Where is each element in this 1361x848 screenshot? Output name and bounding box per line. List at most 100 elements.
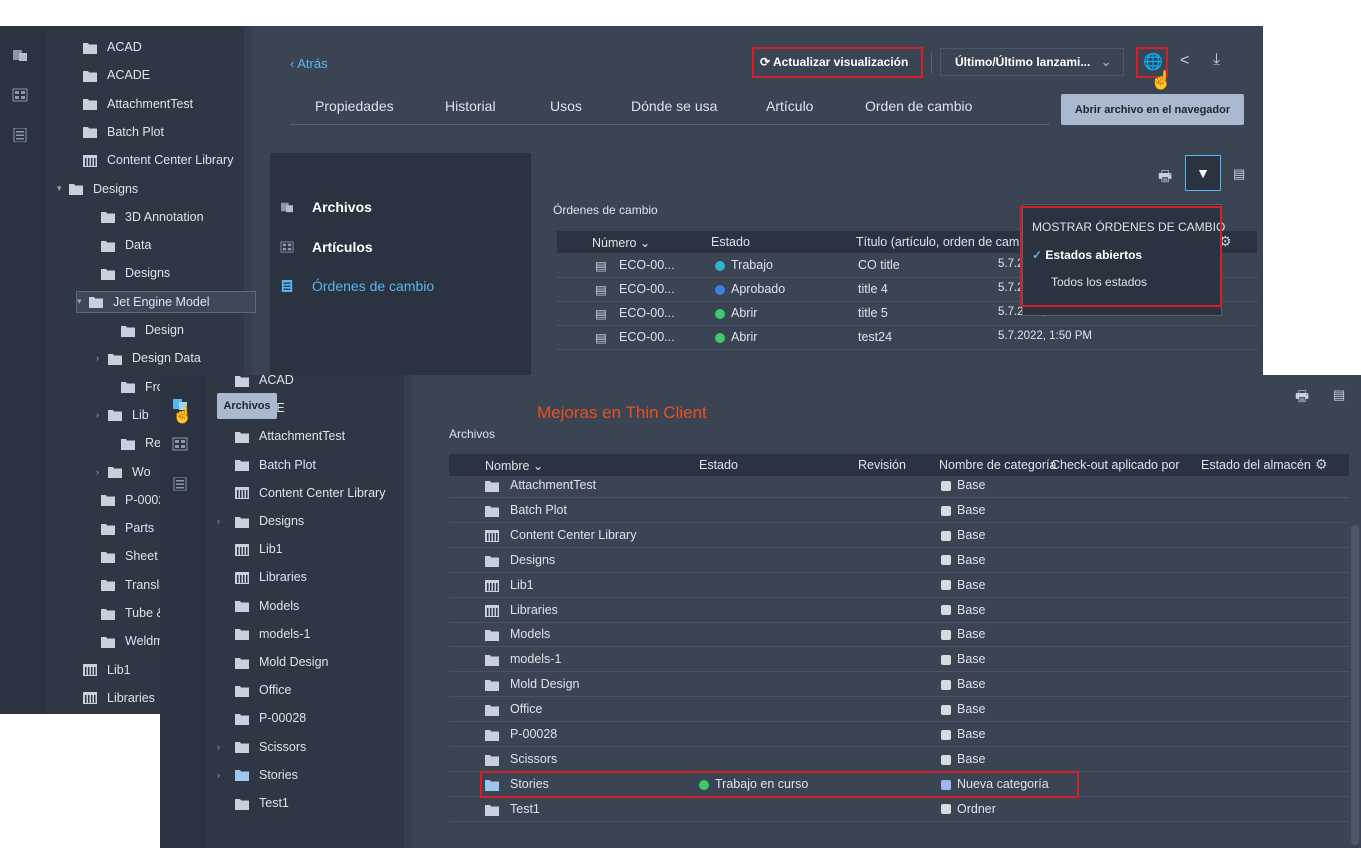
tree-item[interactable]: › Lib	[96, 404, 149, 426]
co-table-row[interactable]: ▤ ECO-00... Abrir test24 5.7.2022, 1:50 …	[557, 326, 1257, 350]
col-checkout[interactable]: Check-out aplicado por	[1051, 458, 1180, 472]
refresh-button[interactable]: ⟳ Actualizar visualización	[760, 55, 908, 69]
co-col-number[interactable]: Número ⌄	[592, 235, 650, 250]
tree-item[interactable]: ▾ Jet Engine Model	[76, 290, 256, 313]
file-table-row[interactable]: models-1 Base	[449, 648, 1349, 673]
tree-item[interactable]: Weldm	[89, 630, 164, 652]
tree-item[interactable]: Libraries	[71, 687, 155, 709]
tree-item[interactable]: ACAD	[217, 375, 294, 391]
tree-item[interactable]: › Design Data	[96, 347, 201, 369]
print-icon[interactable]: 🖶	[1158, 166, 1172, 191]
subnav-files[interactable]: Archivos	[280, 199, 372, 215]
filter-option-open[interactable]: ✓ Estados abiertos	[1032, 248, 1142, 262]
tree-item[interactable]: Transla	[89, 574, 166, 596]
expand-chevron-icon[interactable]: ›	[217, 516, 235, 526]
tree-item[interactable]: Batch Plot	[71, 121, 164, 143]
tree-item[interactable]: Office	[217, 679, 291, 701]
subnav-items[interactable]: Artículos	[280, 239, 373, 255]
tree-item[interactable]: Content Center Library	[217, 482, 385, 504]
tab-2[interactable]: Usos	[550, 98, 582, 114]
columns-icon[interactable]: ▤	[1233, 166, 1245, 182]
tree-item[interactable]: Tube &	[89, 602, 165, 624]
tree-item[interactable]: Models	[217, 595, 299, 617]
tree-item[interactable]: › Designs	[217, 510, 304, 532]
tree-item[interactable]: Design	[109, 319, 184, 341]
tree-item[interactable]: 3D Annotation	[89, 206, 204, 228]
file-table-row[interactable]: Test1 Ordner	[449, 798, 1349, 822]
tree-item[interactable]: ACAD	[71, 36, 142, 58]
scrollbar[interactable]	[1351, 525, 1359, 845]
file-table-row[interactable]: Batch Plot Base	[449, 499, 1349, 523]
tree-item[interactable]: models-1	[217, 623, 310, 645]
file-table-row[interactable]: Models Base	[449, 623, 1349, 648]
download-icon[interactable]: ⤓	[1213, 51, 1220, 69]
expand-chevron-icon[interactable]: ›	[96, 353, 108, 363]
expand-chevron-icon[interactable]: ›	[217, 742, 235, 752]
tree-splitter[interactable]	[404, 375, 412, 848]
subnav-change-orders[interactable]: Órdenes de cambio	[280, 278, 434, 294]
tree-item[interactable]: Parts	[89, 517, 154, 539]
file-table-row[interactable]: P-00028 Base	[449, 723, 1349, 747]
expand-chevron-icon[interactable]: ›	[96, 410, 108, 420]
print-icon[interactable]: 🖶	[1295, 386, 1309, 411]
gear-icon[interactable]: ⚙	[1315, 456, 1328, 473]
file-table-row[interactable]: Mold Design Base	[449, 673, 1349, 698]
filter-option-all[interactable]: Todos los estados	[1051, 275, 1147, 289]
file-table-row[interactable]: Scissors Base	[449, 748, 1349, 772]
tab-1[interactable]: Historial	[445, 98, 496, 114]
tree-item[interactable]: Test1	[217, 792, 289, 814]
tree-item[interactable]: AttachmentTest	[217, 425, 345, 447]
file-table-row[interactable]: Lib1 Base	[449, 574, 1349, 598]
tree-item[interactable]: P-0002	[89, 489, 165, 511]
col-state[interactable]: Estado	[699, 458, 738, 472]
tree-item[interactable]: › Wo	[96, 461, 151, 483]
col-category[interactable]: Nombre de categoría	[939, 458, 1056, 472]
columns-icon[interactable]: ▤	[1333, 387, 1345, 403]
change-orders-icon[interactable]	[172, 477, 188, 491]
tree-item[interactable]: Content Center Library	[71, 149, 233, 171]
tree-item[interactable]: › Stories	[217, 764, 298, 786]
tree-item[interactable]: Lib1	[217, 538, 283, 560]
share-icon[interactable]: <	[1180, 52, 1189, 70]
tree-item[interactable]: Mold Design	[217, 651, 328, 673]
tree-item[interactable]: Designs	[89, 262, 170, 284]
tree-item[interactable]: AttachmentTest	[71, 93, 193, 115]
tree-item[interactable]: Sheet I	[89, 545, 165, 567]
tree-item[interactable]: Lib1	[71, 659, 131, 681]
expand-chevron-icon[interactable]: ›	[96, 467, 108, 477]
file-table-row[interactable]: Content Center Library Base	[449, 524, 1349, 548]
tree-item[interactable]: Libraries	[217, 566, 307, 588]
files-icon[interactable]	[12, 48, 28, 62]
tree-item[interactable]: Fro	[109, 376, 164, 398]
tree-item[interactable]: P-00028	[217, 707, 306, 729]
tree-item[interactable]: ACADE	[71, 64, 150, 86]
co-col-title[interactable]: Título (artículo, orden de cam	[856, 235, 1019, 249]
back-link[interactable]: ‹ Atrás	[290, 56, 328, 71]
tree-item[interactable]: ▾ Designs	[57, 178, 138, 200]
open-in-browser-icon[interactable]: 🌐	[1143, 52, 1163, 72]
tree-item[interactable]: Data	[89, 234, 151, 256]
tab-5[interactable]: Orden de cambio	[865, 98, 972, 114]
tab-4[interactable]: Artículo	[766, 98, 813, 114]
co-col-status[interactable]: Estado	[711, 235, 750, 249]
tab-0[interactable]: Propiedades	[315, 98, 394, 114]
tree-item[interactable]: Batch Plot	[217, 454, 316, 476]
file-table-row[interactable]: Stories Trabajo en curso Nueva categoría	[449, 773, 1349, 797]
file-table-row[interactable]: AttachmentTest Base	[449, 474, 1349, 498]
file-table-row[interactable]: Office Base	[449, 698, 1349, 723]
items-icon[interactable]	[172, 437, 188, 451]
file-table-row[interactable]: Designs Base	[449, 549, 1349, 573]
col-vault-state[interactable]: Estado del almacén	[1201, 458, 1311, 472]
col-name[interactable]: Nombre ⌄	[485, 458, 543, 473]
tab-3[interactable]: Dónde se usa	[631, 98, 717, 114]
change-orders-icon[interactable]	[12, 128, 28, 142]
items-icon[interactable]	[12, 88, 28, 102]
file-table-row[interactable]: Libraries Base	[449, 599, 1349, 623]
expand-chevron-icon[interactable]: ›	[217, 770, 235, 780]
expand-chevron-icon[interactable]: ▾	[57, 183, 69, 194]
tree-item[interactable]: › Scissors	[217, 736, 306, 758]
expand-chevron-icon[interactable]: ▾	[77, 296, 89, 307]
col-revision[interactable]: Revisión	[858, 458, 906, 472]
filter-button[interactable]: ▼	[1185, 155, 1221, 191]
version-select[interactable]: Último/Último lanzami... ⌄	[940, 48, 1124, 76]
